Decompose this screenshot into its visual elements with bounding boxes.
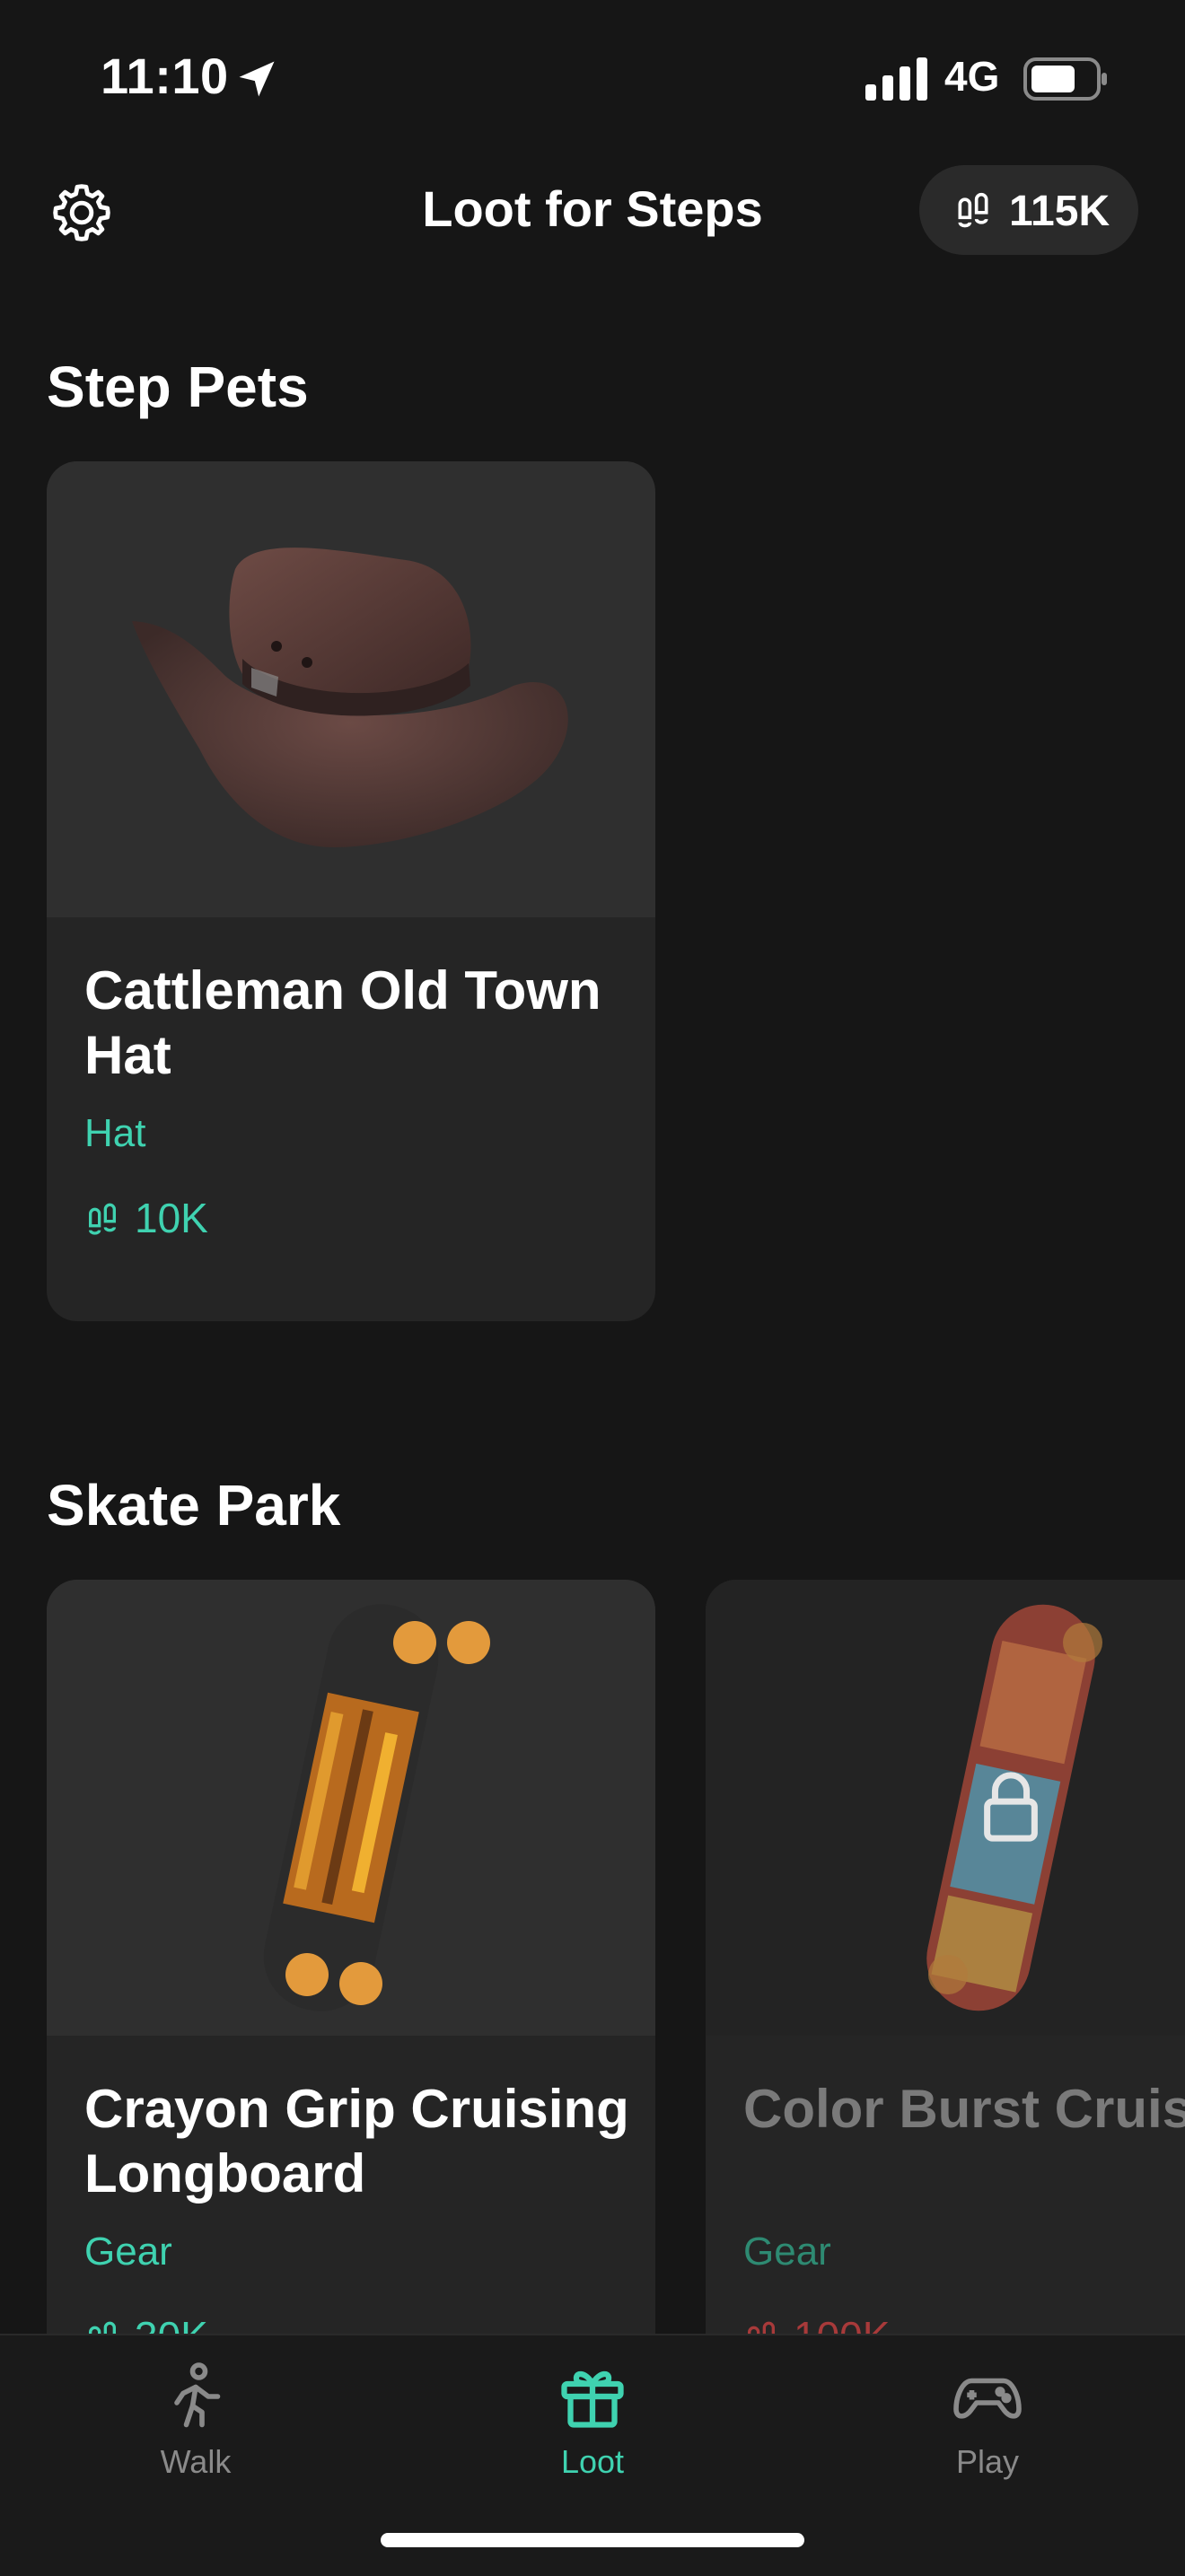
loot-card-crayon-longboard[interactable]: Crayon Grip Cruising Longboard Gear 30K <box>47 1580 655 2388</box>
tab-walk[interactable]: Walk <box>106 2359 285 2481</box>
item-name: Crayon Grip Cruising Longboard <box>84 2079 629 2204</box>
tab-label: Walk <box>160 2443 232 2480</box>
section-title-step-pets: Step Pets <box>47 355 309 419</box>
tab-play[interactable]: Play <box>898 2359 1077 2481</box>
tab-label: Play <box>955 2443 1020 2480</box>
status-time: 11:10 <box>101 48 229 104</box>
item-image-cowboy-hat <box>47 461 655 917</box>
item-image-longboard-locked <box>706 1580 1185 2036</box>
location-arrow-icon <box>239 61 275 97</box>
loot-card-color-burst-longboard[interactable]: Color Burst Cruising Longboard Gear 100K <box>706 1580 1185 2388</box>
battery-icon <box>1023 57 1107 101</box>
item-type: Hat <box>84 1111 146 1155</box>
steps-balance-pill[interactable]: 115K <box>919 165 1138 255</box>
item-price: 10K <box>84 1194 208 1242</box>
home-indicator <box>381 2533 804 2547</box>
item-type: Gear <box>743 2230 831 2274</box>
tab-label: Loot <box>560 2443 625 2480</box>
steps-balance-value: 115K <box>1009 188 1110 235</box>
gamepad-icon <box>953 2378 1022 2419</box>
item-price-value: 10K <box>135 1195 208 1241</box>
footprints-icon <box>89 1203 116 1235</box>
footprints-icon <box>958 192 988 228</box>
walking-person-icon <box>174 2362 221 2428</box>
item-image-longboard <box>47 1580 655 2036</box>
cellular-signal-icon <box>865 57 927 101</box>
gift-icon <box>561 2370 624 2428</box>
network-type: 4G <box>944 53 1000 100</box>
lock-icon <box>984 1772 1038 1842</box>
item-name: Cattleman Old Town Hat <box>84 960 601 1085</box>
loot-card-cattleman-hat[interactable]: Cattleman Old Town Hat Hat 10K <box>47 461 655 1321</box>
section-title-skate-park: Skate Park <box>47 1473 341 1538</box>
tab-loot[interactable]: Loot <box>503 2359 682 2481</box>
item-type: Gear <box>84 2230 172 2274</box>
item-name: Color Burst Cruising Longboard <box>743 2079 1185 2139</box>
